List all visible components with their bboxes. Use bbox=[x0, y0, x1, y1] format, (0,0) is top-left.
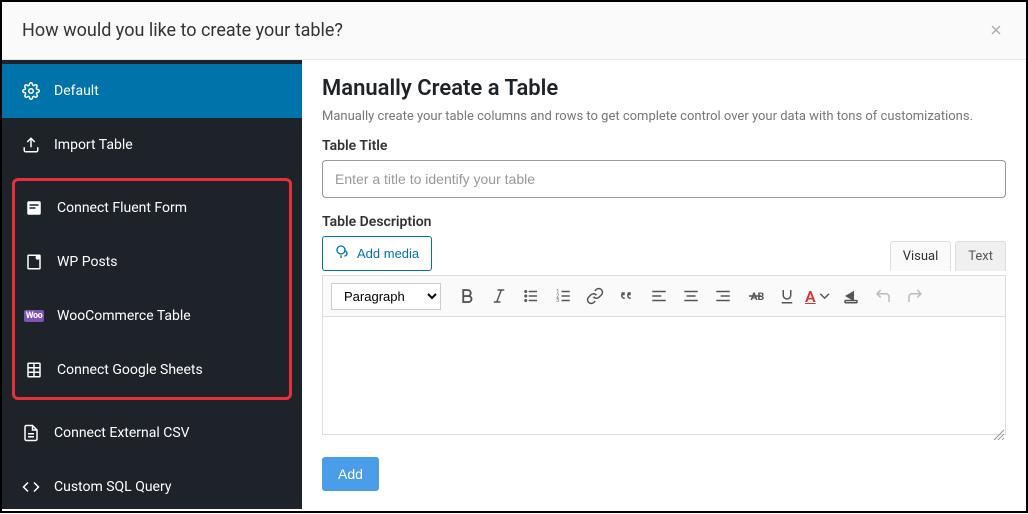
woocommerce-icon: Woo bbox=[25, 307, 43, 325]
sidebar-item-default[interactable]: Default bbox=[2, 64, 302, 118]
sidebar-item-label: Connect Google Sheets bbox=[57, 362, 203, 378]
close-button[interactable] bbox=[986, 21, 1006, 41]
blockquote-button[interactable] bbox=[613, 282, 641, 310]
sidebar-item-label: Custom SQL Query bbox=[54, 479, 171, 495]
align-center-button[interactable] bbox=[677, 282, 705, 310]
sidebar: Default Import Table Connect Fluent Form… bbox=[2, 60, 302, 509]
tab-text[interactable]: Text bbox=[955, 241, 1006, 271]
highlight-box: Connect Fluent Form WP Posts Woo WooComm… bbox=[12, 178, 292, 400]
tab-visual[interactable]: Visual bbox=[890, 241, 952, 271]
align-right-button[interactable] bbox=[709, 282, 737, 310]
format-select[interactable]: Paragraph bbox=[331, 283, 441, 310]
upload-icon bbox=[22, 136, 40, 154]
sidebar-item-import[interactable]: Import Table bbox=[2, 118, 302, 172]
sidebar-item-woocommerce[interactable]: Woo WooCommerce Table bbox=[15, 289, 289, 343]
gear-icon bbox=[22, 82, 40, 100]
add-media-button[interactable]: Add media bbox=[322, 236, 432, 271]
sidebar-item-label: WooCommerce Table bbox=[57, 308, 191, 324]
number-list-button[interactable]: 123 bbox=[549, 282, 577, 310]
redo-button[interactable] bbox=[901, 282, 929, 310]
underline-button[interactable] bbox=[773, 282, 801, 310]
main-content: Manually Create a Table Manually create … bbox=[302, 60, 1026, 509]
close-icon bbox=[988, 19, 1004, 43]
file-icon bbox=[22, 424, 40, 442]
sidebar-item-google-sheets[interactable]: Connect Google Sheets bbox=[15, 343, 289, 397]
editor-toolbar: Paragraph 123 ABC A bbox=[322, 275, 1006, 317]
sidebar-item-label: Connect Fluent Form bbox=[57, 200, 187, 216]
content-heading: Manually Create a Table bbox=[322, 76, 1006, 101]
description-textarea[interactable] bbox=[322, 317, 1006, 435]
italic-button[interactable] bbox=[485, 282, 513, 310]
svg-text:3: 3 bbox=[556, 298, 559, 304]
sidebar-item-label: WP Posts bbox=[57, 254, 117, 270]
code-icon bbox=[22, 478, 40, 496]
table-title-label: Table Title bbox=[322, 138, 1006, 154]
strikethrough-button[interactable]: ABC bbox=[741, 282, 769, 310]
modal-title: How would you like to create your table? bbox=[22, 20, 343, 41]
sidebar-item-label: Import Table bbox=[54, 137, 133, 153]
text-color-button[interactable]: A bbox=[805, 282, 833, 310]
form-icon bbox=[25, 199, 43, 217]
sidebar-item-wp-posts[interactable]: WP Posts bbox=[15, 235, 289, 289]
sidebar-item-external-csv[interactable]: Connect External CSV bbox=[2, 406, 302, 460]
media-icon bbox=[335, 244, 351, 263]
add-media-label: Add media bbox=[357, 246, 419, 261]
posts-icon bbox=[25, 253, 43, 271]
add-button[interactable]: Add bbox=[322, 457, 379, 491]
clear-format-button[interactable] bbox=[837, 282, 865, 310]
table-desc-label: Table Description bbox=[322, 214, 1006, 230]
bold-button[interactable] bbox=[453, 282, 481, 310]
content-description: Manually create your table columns and r… bbox=[322, 109, 1006, 124]
align-left-button[interactable] bbox=[645, 282, 673, 310]
undo-button[interactable] bbox=[869, 282, 897, 310]
resize-handle-icon[interactable] bbox=[992, 425, 1004, 437]
sheets-icon bbox=[25, 361, 43, 379]
link-button[interactable] bbox=[581, 282, 609, 310]
sidebar-item-fluent-form[interactable]: Connect Fluent Form bbox=[15, 181, 289, 235]
table-title-input[interactable] bbox=[322, 160, 1006, 198]
bullet-list-button[interactable] bbox=[517, 282, 545, 310]
sidebar-item-label: Default bbox=[54, 83, 99, 99]
sidebar-item-sql[interactable]: Custom SQL Query bbox=[2, 460, 302, 514]
sidebar-item-label: Connect External CSV bbox=[54, 425, 190, 441]
